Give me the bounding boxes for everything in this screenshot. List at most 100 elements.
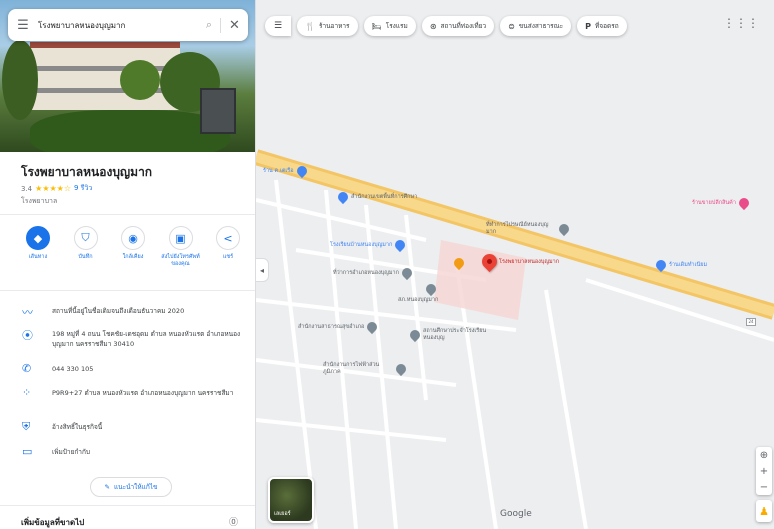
location-pin-icon: ⦿ [22,329,33,342]
chip-parking[interactable]: P ที่จอดรถ [577,16,627,36]
review-count-link[interactable]: 9 รีวิว [74,183,92,194]
restaurant-icon: 🍴 [305,21,315,31]
poi-label: ที่ทำการไปรษณีย์หนองบุญมาก [486,222,549,235]
info-pluscode-row[interactable]: ⁘ P9R9+27 ตำบล หนองหัวแรต อำเภอหนองบุญมา… [0,386,255,399]
place-category[interactable]: โรงพยาบาล [21,196,57,207]
poi-label: สำนักงานการไฟฟ้าส่วนภูมิภาค [323,362,380,375]
shopping-pin-icon [653,257,669,273]
action-label: เส้นทาง [28,254,48,260]
verified-shield-icon: ⛨ [22,420,31,433]
search-box: ☰ โรงพยาบาลหนองบุญมาก ⌕ ✕ [8,9,248,41]
chip-transit[interactable]: ⊜ ขนส่งสาธารณะ [500,16,572,36]
poi-c[interactable]: โรงเรียนบ้านหนองบุญมาก [330,237,408,253]
search-icon[interactable]: ⌕ [198,18,220,32]
info-claim-row[interactable]: ⛨ อ้างสิทธิ์ในธุรกิจนี้ [0,420,255,434]
poi-d[interactable]: ที่ว่าการอำเภอหนองบุญมาก [333,265,415,281]
poi-h[interactable]: สำนักงานการไฟฟ้าส่วนภูมิภาค [323,361,409,377]
menu-icon: ☰ [273,21,283,31]
action-label: ใกล้เคียง [122,254,144,260]
directions-icon: ◆ [26,226,50,250]
info-address-row[interactable]: ⦿ 198 หมู่ที่ 4 ถนน โชคชัย-เดชอุดม ตำบล … [0,327,255,349]
zoom-in-button[interactable]: + [756,463,772,479]
chip-label: ที่จอดรถ [595,22,619,30]
school-pin-icon [393,237,408,253]
save-button[interactable]: ⛉ บันทึก [66,226,106,268]
nearby-button[interactable]: ◉ ใกล้เคียง [113,226,153,268]
share-button[interactable]: < แชร์ [208,226,248,268]
zoom-out-button[interactable]: − [756,479,772,495]
divider [0,290,255,291]
poi-label: ร้าน ค.เตเรือ [263,167,294,174]
plus-code-icon: ⁘ [22,386,32,399]
phone-send-icon: ▣ [168,226,193,250]
police-pin-icon [423,281,439,297]
poi-label: สถานศึกษาประจำโรงเรียนหนองบุญ [423,328,487,341]
poi-label: ที่ว่าการอำเภอหนองบุญมาก [333,269,399,276]
nearby-icon: ◉ [121,226,145,250]
help-icon[interactable]: ⓪ [229,515,238,528]
poi-orange[interactable] [451,255,467,271]
pencil-icon: ✎ [104,483,110,491]
rating-stars: ★★★★☆ [35,184,71,193]
poi-g[interactable]: สถานศึกษาประจำโรงเรียนหนองบุญ [407,327,493,343]
info-pluscode-text: P9R9+27 ตำบล หนองหัวแรต อำเภอหนองบุญมาก … [52,389,234,397]
suggest-edit-label: แนะนำให้แก้ไข [113,483,158,491]
building-pin-icon [335,189,351,205]
apps-grid-icon[interactable]: ⋮⋮⋮ [723,16,759,30]
parking-icon: P [585,21,591,31]
suggest-edit-button[interactable]: ✎ แนะนำให้แก้ไข [90,477,172,497]
info-claim-text: อ้างสิทธิ์ในธุรกิจนี้ [52,423,103,431]
sign-board-image [200,88,236,134]
send-to-phone-button[interactable]: ▣ ส่งไปยังโทรศัพท์ของคุณ [161,226,201,268]
info-label-row[interactable]: ▭ เพิ่มป้ายกำกับ [0,445,255,458]
hotel-icon: 🛏 [371,21,382,31]
chip-restaurants[interactable]: 🍴 ร้านอาหาร [297,16,358,36]
transit-icon: ⊜ [508,21,515,31]
google-logo: Google [500,509,532,519]
place-panel: ☰ โรงพยาบาลหนองบุญมาก ⌕ ✕ โรงพยาบาลหนองบ… [0,0,256,529]
place-title: โรงพยาบาลหนองบุญมาก [21,165,153,179]
collapse-panel-button[interactable]: ◂ [256,258,269,282]
poi-e[interactable]: สภ.หนองบุญมาก [398,281,439,304]
street-view-pegman-icon[interactable]: ♟ [756,500,772,522]
add-missing-info-heading: เพิ่มข้อมูลที่ขาดไป [21,518,85,527]
post-office-pin-icon [556,221,572,237]
government-pin-icon [399,265,415,281]
selected-place-label[interactable]: โรงพยาบาลหนองบุญมาก [499,258,559,266]
attraction-icon: ⊛ [429,21,437,31]
hamburger-menu-icon[interactable]: ☰ [8,18,38,33]
chip-hotels[interactable]: 🛏 โรงแรม [363,16,416,36]
info-updated-row: 〰 สถานที่นี้อยู่ในชื่อเดิมจนถึงเดือนธันว… [0,304,255,320]
my-location-icon[interactable]: ⊕ [756,447,772,463]
poi-b[interactable]: ที่ทำการไปรษณีย์หนองบุญมาก [486,221,572,237]
office-pin-icon [365,319,380,335]
poi-a[interactable]: สำนักงานเขตพื้นที่การศึกษา [335,189,418,205]
poi-label: ร้านเดิมทำเนียม [669,261,708,268]
info-address-text: 198 หมู่ที่ 4 ถนน โชคชัย-เดชอุดม ตำบล หน… [52,330,241,348]
layers-menu-button[interactable]: ☰ [265,16,291,36]
category-chips: ☰ 🍴 ร้านอาหาร 🛏 โรงแรม ⊛ สถานที่ท่องเที่… [265,16,627,36]
search-input[interactable]: โรงพยาบาลหนองบุญมาก [38,19,198,32]
poi-f[interactable]: สำนักงานสาธารณสุขอำเภอ [298,319,380,335]
close-icon[interactable]: ✕ [220,17,248,33]
zoom-controls: ⊕ + − [756,447,772,495]
poi-right[interactable]: ร้านเดิมทำเนียม [653,257,708,273]
info-phone-row[interactable]: ✆ 044 330 105 [0,362,255,375]
poi-label: สภ.หนองบุญมาก [398,297,439,303]
rating-value: 3.4 [21,184,33,193]
chip-attractions[interactable]: ⊛ สถานที่ท่องเที่ยว [421,16,495,36]
road-number-sign: 24 [746,318,756,326]
poi-pink[interactable]: ร้านขายปลีกสินค้า [692,195,752,211]
trending-icon: 〰 [22,306,33,319]
directions-button[interactable]: ◆ เส้นทาง [18,226,58,268]
action-label: บันทึก [78,254,93,260]
divider [0,505,255,506]
chevron-left-icon: ◂ [259,265,264,275]
poi-shop-top-left[interactable]: ร้าน ค.เตเรือ [263,163,309,179]
layer-switcher[interactable]: เลเยอร์ [268,477,314,523]
chip-label: โรงแรม [385,22,408,30]
poi-label: สำนักงานสาธารณสุขอำเภอ [298,323,365,330]
poi-label: สำนักงานเขตพื้นที่การศึกษา [351,193,418,200]
office-pin-icon [393,361,409,377]
poi-label: โรงเรียนบ้านหนองบุญมาก [330,241,393,248]
